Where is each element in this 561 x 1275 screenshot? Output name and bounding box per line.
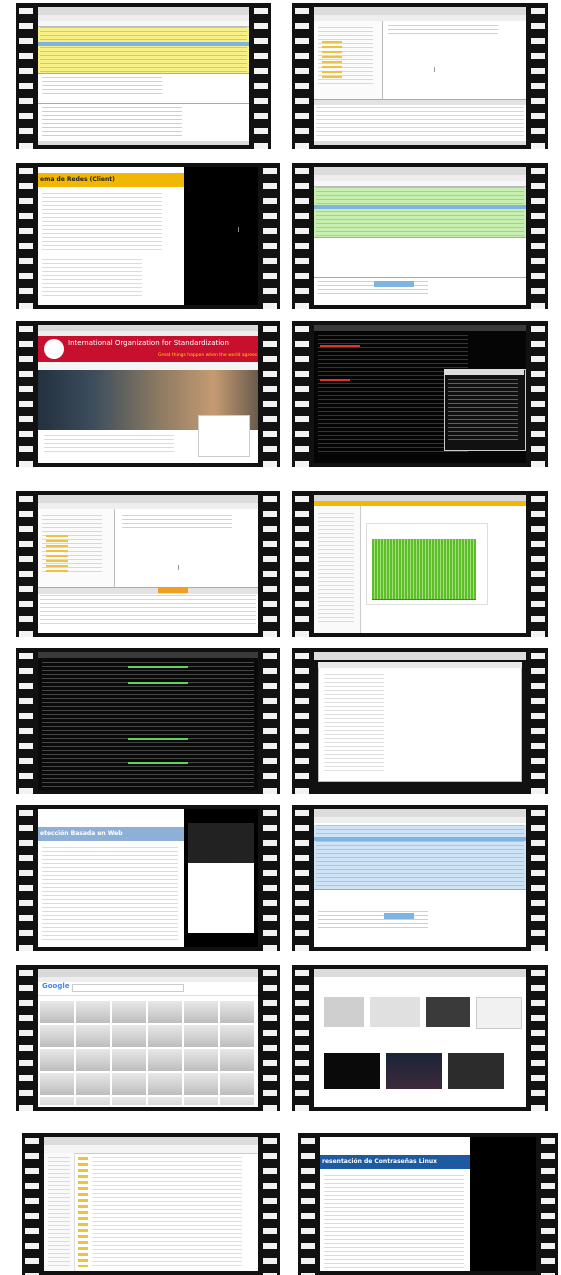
image-grid: [40, 1001, 256, 1105]
google-logo: Google: [42, 982, 70, 990]
screen-doc-redes: ema de Redes (Client): [38, 167, 258, 305]
thumbnail-t2[interactable]: [292, 3, 548, 149]
database-label: Database: [190, 855, 234, 865]
thumbnail-t15[interactable]: [22, 1133, 280, 1275]
screen-wireshark-green: [314, 167, 526, 305]
iso-logo: [44, 339, 64, 359]
screen-terminal-log: [38, 652, 258, 790]
screen-google-images: Google: [38, 969, 258, 1107]
screen-wireshark-yellow: [38, 7, 249, 145]
thumbnail-t6[interactable]: [292, 321, 548, 467]
screen-histogram: [314, 495, 526, 633]
file-list: [78, 1157, 88, 1267]
thumbnail-t3[interactable]: ema de Redes (Client): [16, 163, 280, 309]
thumbnail-t14[interactable]: [292, 965, 548, 1111]
search-input[interactable]: [72, 984, 184, 992]
screen-dialog: [314, 652, 526, 790]
thumbnail-t9[interactable]: [16, 648, 280, 794]
doc-header: resentación de Contraseñas Linux: [322, 1158, 437, 1165]
doc-header: etección Basada en Web: [40, 830, 123, 837]
screen-doc-linux: resentación de Contraseñas Linux: [320, 1137, 536, 1271]
thumbnail-t11[interactable]: etección Basada en Web Database: [16, 805, 280, 951]
thumbnail-t12[interactable]: [292, 805, 548, 951]
thumbnail-t5[interactable]: International Organization for Standardi…: [16, 321, 280, 467]
selected-row: [38, 42, 249, 46]
thumbnail-t8[interactable]: [292, 491, 548, 637]
thumbnail-t10[interactable]: [292, 648, 548, 794]
histogram-bars: [372, 539, 476, 599]
screen-wireshark-tree: [314, 7, 526, 145]
screen-image-gallery: [314, 969, 526, 1107]
doc-header: ema de Redes (Client): [40, 176, 115, 183]
screen-terminal-popup: [314, 325, 526, 463]
selected-row: [314, 837, 526, 841]
screen-wireshark-blue: [314, 809, 526, 947]
thumbnail-t7[interactable]: [16, 491, 280, 637]
screen-wireshark-tree-2: [38, 495, 258, 633]
screen-file-explorer: [44, 1137, 258, 1271]
thumbnail-t13[interactable]: Google: [16, 965, 280, 1111]
iso-tagline: Great things happen when the world agree…: [158, 353, 258, 358]
selected-row: [314, 205, 526, 209]
thumbnail-t4[interactable]: [292, 163, 548, 309]
iso-title: International Organization for Standardi…: [68, 339, 229, 347]
thumbnail-t1[interactable]: [16, 3, 271, 149]
screen-doc-web: etección Basada en Web Database: [38, 809, 258, 947]
thumbnail-t16[interactable]: resentación de Contraseñas Linux: [298, 1133, 558, 1275]
screen-iso-website: International Organization for Standardi…: [38, 325, 258, 463]
